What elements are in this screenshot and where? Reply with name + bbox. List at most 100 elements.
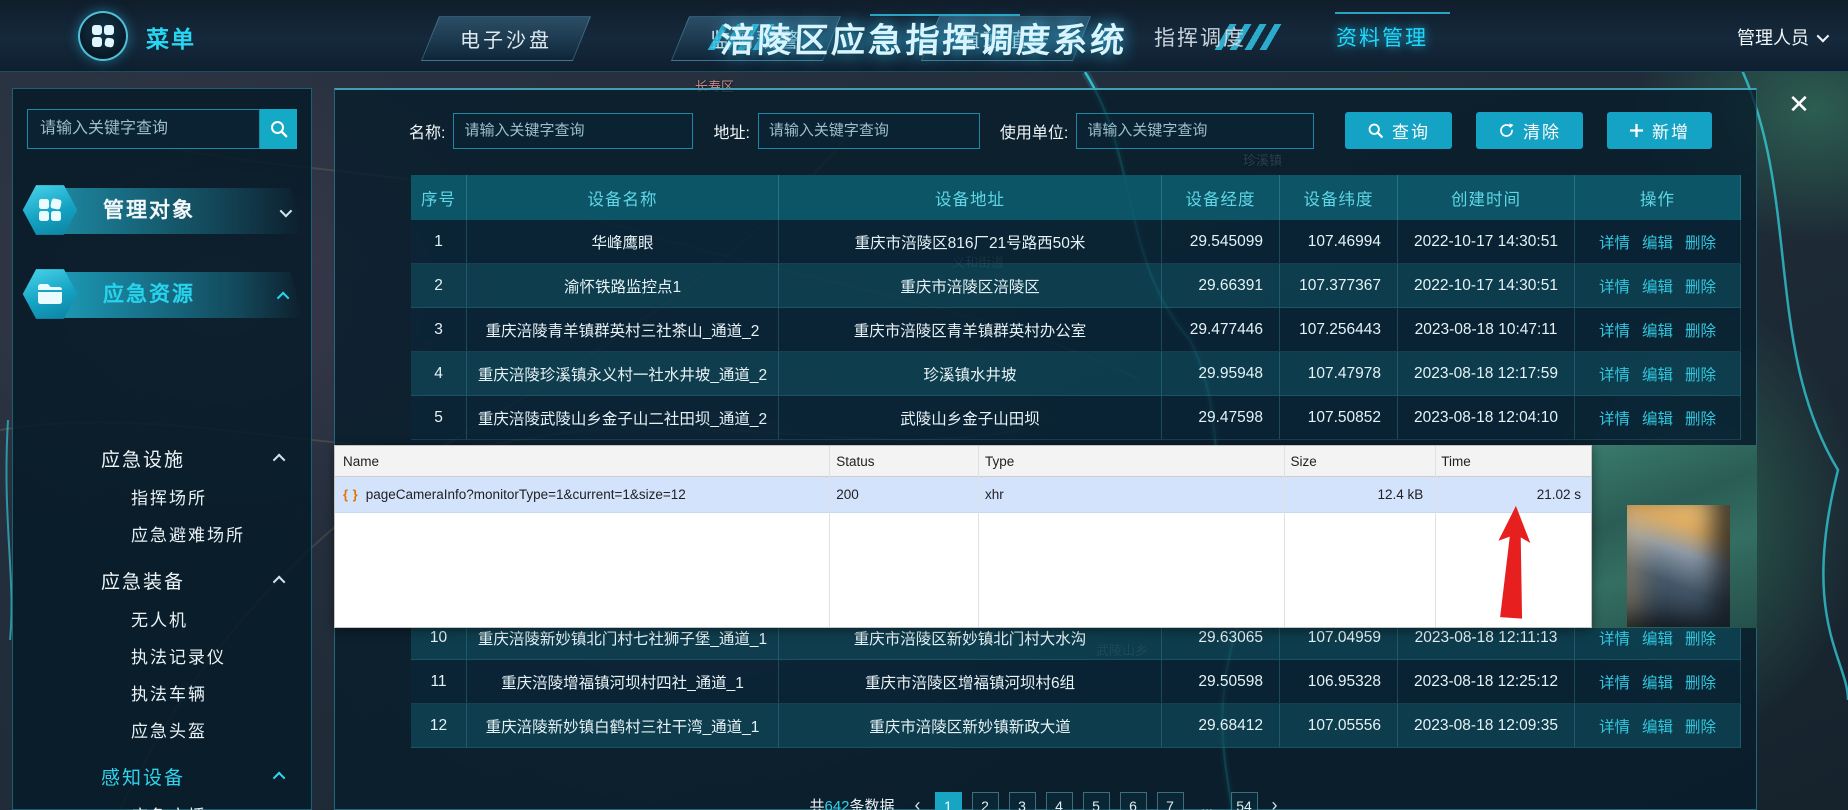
add-button-label: 新增: [1652, 118, 1690, 143]
tree-leaf-item[interactable]: 指挥场所: [13, 480, 311, 517]
clear-button[interactable]: 清除: [1476, 112, 1583, 149]
devtools-header-row: NameStatusTypeSizeTime: [335, 446, 1591, 477]
tree-branch-item[interactable]: 感知设备: [13, 754, 311, 798]
next-page-button[interactable]: ›: [1268, 795, 1282, 810]
devtools-header-status[interactable]: Status: [828, 446, 977, 476]
delete-link[interactable]: 删除: [1685, 715, 1716, 737]
page-buttons: 1234567...54: [935, 792, 1258, 810]
detail-link[interactable]: 详情: [1599, 407, 1630, 429]
table-row[interactable]: 2渝怀铁路监控点1重庆市涪陵区涪陵区29.66391107.3773672022…: [411, 264, 1741, 308]
delete-link[interactable]: 删除: [1685, 407, 1716, 429]
filter-unit-input[interactable]: [1076, 113, 1314, 149]
tree-leaf-item[interactable]: 应急避难场所: [13, 517, 311, 554]
topbar: 菜单 电子沙盘监测预警值班值守 涪陵区应急指挥调度系统 指挥调度资料管理 管理人…: [0, 0, 1848, 72]
devtools-header-name[interactable]: Name: [335, 446, 828, 476]
sidebar-group-emergency-resources[interactable]: 应急资源: [13, 267, 311, 323]
page-button-2[interactable]: 2: [972, 792, 999, 810]
tree-leaf-item[interactable]: 无人机: [13, 602, 311, 639]
table-cell: 4: [411, 352, 467, 396]
table-header-row: 序号设备名称设备地址设备经度设备纬度创建时间操作: [411, 175, 1741, 220]
menu-label[interactable]: 菜单: [146, 20, 196, 54]
devtools-header-type[interactable]: Type: [977, 446, 1283, 476]
topbar-nav-right-item-1[interactable]: 资料管理: [1336, 22, 1428, 52]
page-button-6[interactable]: 6: [1120, 792, 1147, 810]
table-row[interactable]: 4重庆涪陵珍溪镇永义村一社水井坡_通道_2珍溪镇水井坡29.95948107.4…: [411, 352, 1741, 396]
table-row[interactable]: 5重庆涪陵武陵山乡金子山二社田坝_通道_2武陵山乡金子山田坝29.4759810…: [411, 396, 1741, 440]
tree-branch-item[interactable]: 应急设施: [13, 436, 311, 480]
page-button-7[interactable]: 7: [1157, 792, 1184, 810]
table-actions-cell: 详情编辑删除: [1575, 660, 1741, 704]
sidebar-search: [27, 109, 297, 149]
delete-link[interactable]: 删除: [1685, 627, 1716, 649]
tree-leaf-item[interactable]: 执法车辆: [13, 676, 311, 713]
edit-link[interactable]: 编辑: [1642, 363, 1673, 385]
close-button[interactable]: ✕: [1783, 88, 1815, 120]
table-row[interactable]: 1华峰鹰眼重庆市涪陵区816厂21号路西50米29.545099107.4699…: [411, 220, 1741, 264]
user-menu[interactable]: 管理人员: [1737, 24, 1826, 50]
edit-link[interactable]: 编辑: [1642, 319, 1673, 341]
detail-link[interactable]: 详情: [1599, 363, 1630, 385]
edit-link[interactable]: 编辑: [1642, 627, 1673, 649]
tree-leaf-item[interactable]: 应急广播: [13, 798, 311, 810]
detail-link[interactable]: 详情: [1599, 671, 1630, 693]
app-root: 长寿区珍溪镇义和街道武陵山乡 菜单 电子沙盘监测预警值班值守 涪陵区应急指挥调度…: [0, 0, 1848, 810]
table-row[interactable]: 11重庆涪陵增福镇河坝村四社_通道_1重庆市涪陵区增福镇河坝村6组29.5059…: [411, 660, 1741, 704]
table-cell: 重庆涪陵增福镇河坝村四社_通道_1: [467, 660, 779, 704]
table-cell: 107.47978: [1280, 352, 1398, 396]
sidebar-search-input[interactable]: [27, 109, 260, 149]
page-button-54[interactable]: 54: [1231, 792, 1258, 810]
request-name-cell: { } pageCameraInfo?monitorType=1&current…: [335, 477, 828, 512]
sidebar: 管理对象 应急资源 应急设施指挥场所应急避难场所应急装备无人机执法记录仪执法车辆…: [12, 88, 312, 810]
column-separator: [978, 446, 979, 627]
table-cell: 珍溪镇水井坡: [779, 352, 1162, 396]
edit-link[interactable]: 编辑: [1642, 275, 1673, 297]
xhr-json-icon: { }: [343, 487, 359, 502]
page-button-1[interactable]: 1: [935, 792, 962, 810]
devtools-header-time[interactable]: Time: [1433, 446, 1591, 476]
network-request-row[interactable]: { } pageCameraInfo?monitorType=1&current…: [335, 477, 1591, 513]
sidebar-group-manage-objects[interactable]: 管理对象: [13, 183, 311, 239]
detail-link[interactable]: 详情: [1599, 275, 1630, 297]
topbar-nav-item-0[interactable]: 电子沙盘: [430, 16, 582, 61]
table-row[interactable]: 3重庆涪陵青羊镇群英村三社茶山_通道_2重庆市涪陵区青羊镇群英村办公室29.47…: [411, 308, 1741, 352]
page-button-3[interactable]: 3: [1009, 792, 1036, 810]
column-separator: [829, 446, 830, 627]
detail-link[interactable]: 详情: [1599, 627, 1630, 649]
tree-leaf-item[interactable]: 执法记录仪: [13, 639, 311, 676]
delete-link[interactable]: 删除: [1685, 671, 1716, 693]
tree-leaf-item[interactable]: 应急头盔: [13, 713, 311, 750]
filter-address-input[interactable]: [758, 113, 980, 149]
clear-button-label: 清除: [1523, 118, 1561, 143]
query-button[interactable]: 查询: [1345, 112, 1452, 149]
filter-unit: 使用单位:: [1000, 113, 1314, 149]
prev-page-button[interactable]: ‹: [911, 795, 925, 810]
filter-name-input[interactable]: [453, 113, 693, 149]
detail-link[interactable]: 详情: [1599, 319, 1630, 341]
edit-link[interactable]: 编辑: [1642, 231, 1673, 253]
table-row[interactable]: 12重庆涪陵新妙镇白鹤村三社干湾_通道_1重庆市涪陵区新妙镇新政大道29.684…: [411, 704, 1741, 748]
add-button[interactable]: 新增: [1607, 112, 1712, 149]
delete-link[interactable]: 删除: [1685, 319, 1716, 341]
edit-link[interactable]: 编辑: [1642, 407, 1673, 429]
detail-link[interactable]: 详情: [1599, 715, 1630, 737]
tree-branch-item[interactable]: 应急装备: [13, 558, 311, 602]
edit-link[interactable]: 编辑: [1642, 715, 1673, 737]
table-cell: 2023-08-18 10:47:11: [1398, 308, 1575, 352]
filter-name-label: 名称:: [409, 119, 445, 143]
table-cell: 2023-08-18 12:17:59: [1398, 352, 1575, 396]
delete-link[interactable]: 删除: [1685, 231, 1716, 253]
table-cell: 11: [411, 660, 467, 704]
menu-logo-button[interactable]: [78, 11, 128, 61]
sidebar-search-button[interactable]: [260, 109, 297, 149]
delete-link[interactable]: 删除: [1685, 363, 1716, 385]
page-button-4[interactable]: 4: [1046, 792, 1073, 810]
delete-link[interactable]: 删除: [1685, 275, 1716, 297]
topbar-nav-right-item-0[interactable]: 指挥调度: [1154, 22, 1246, 52]
edit-link[interactable]: 编辑: [1642, 671, 1673, 693]
detail-link[interactable]: 详情: [1599, 231, 1630, 253]
table-actions-cell: 详情编辑删除: [1575, 352, 1741, 396]
page-button-5[interactable]: 5: [1083, 792, 1110, 810]
table-cell: 107.377367: [1280, 264, 1398, 308]
table-cell: 重庆涪陵珍溪镇永义村一社水井坡_通道_2: [467, 352, 779, 396]
devtools-header-size[interactable]: Size: [1282, 446, 1433, 476]
